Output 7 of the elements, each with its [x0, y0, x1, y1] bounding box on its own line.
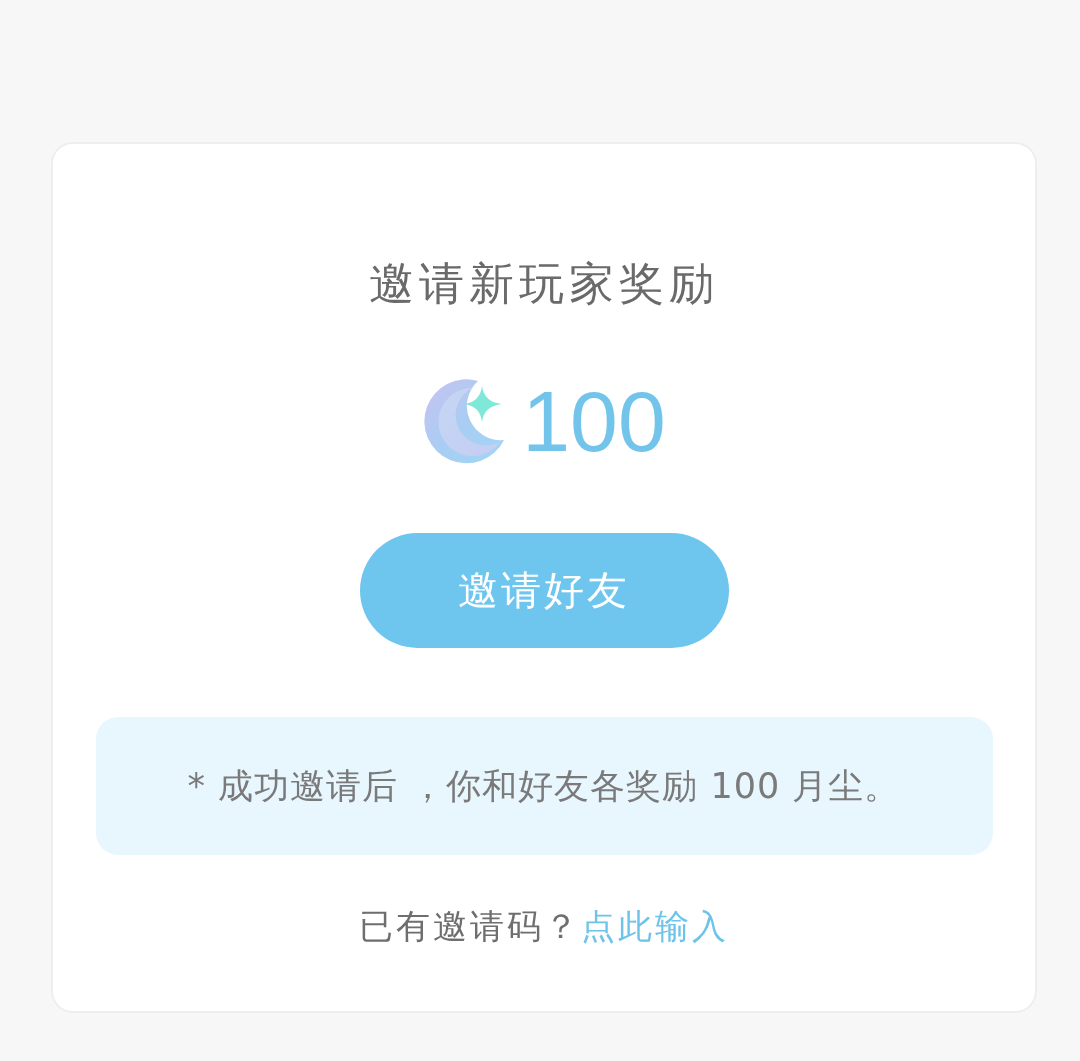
reward-amount: 100	[522, 378, 666, 464]
card-title: 邀请新玩家奖励	[369, 256, 719, 312]
invite-code-prompt: 已有邀请码？	[359, 906, 581, 946]
crescent-moon-star-icon	[422, 378, 507, 464]
reward-note-text: * 成功邀请后 ，你和好友各奖励 100 月尘。	[187, 764, 901, 808]
enter-code-link[interactable]: 点此输入	[581, 906, 729, 946]
invite-friends-button[interactable]: 邀请好友	[359, 533, 729, 648]
